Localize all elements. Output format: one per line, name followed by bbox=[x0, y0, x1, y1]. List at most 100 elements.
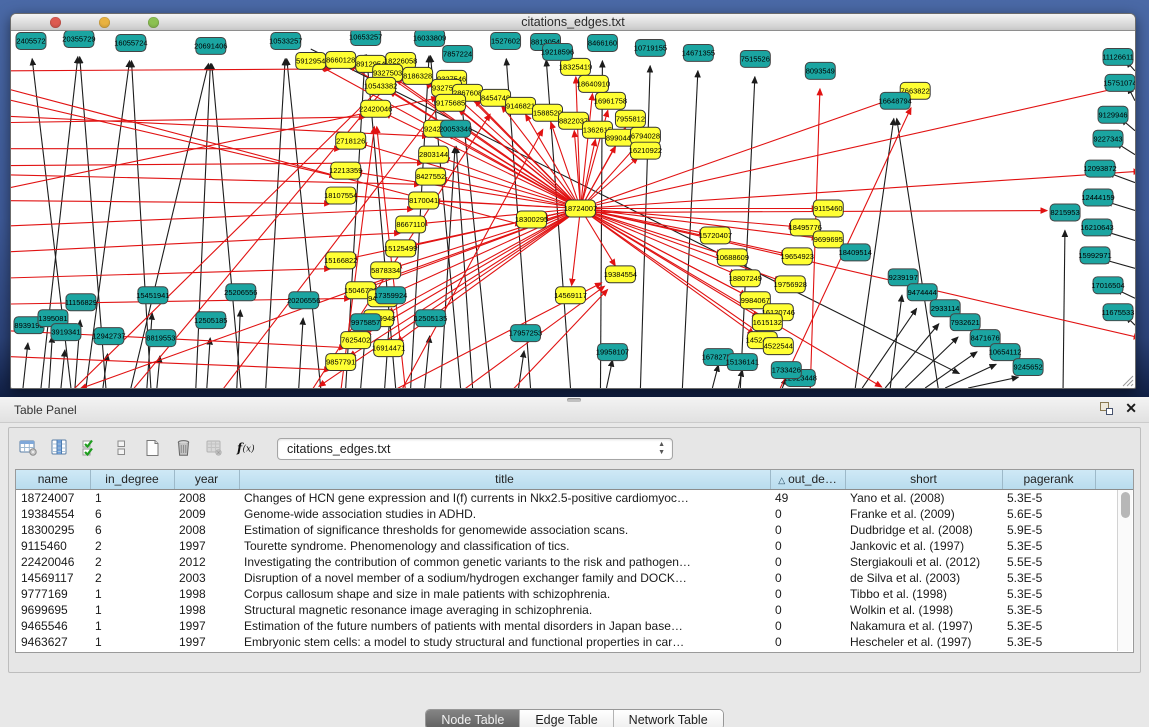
table-row[interactable]: 1872400712008Changes of HCN gene express… bbox=[16, 489, 1134, 506]
edge[interactable] bbox=[885, 324, 939, 388]
column-header-year[interactable]: year bbox=[174, 470, 239, 489]
selected-node[interactable]: 1615132 bbox=[752, 314, 782, 331]
selected-node[interactable]: 12213359 bbox=[329, 162, 362, 179]
node[interactable]: 12505185 bbox=[194, 312, 227, 329]
edge[interactable] bbox=[576, 77, 581, 209]
selected-node[interactable]: 9857791 bbox=[326, 354, 356, 371]
node[interactable]: 11126611 bbox=[1102, 48, 1134, 65]
row-height-button[interactable] bbox=[108, 436, 135, 462]
node[interactable]: 10654112 bbox=[989, 344, 1022, 361]
new-table-button[interactable] bbox=[139, 436, 166, 462]
selected-node[interactable]: 19756928 bbox=[774, 276, 807, 293]
edge[interactable] bbox=[207, 338, 210, 388]
node[interactable]: 8466160 bbox=[587, 34, 617, 51]
table-row[interactable]: 969969511998Structural magnetic resonanc… bbox=[16, 602, 1134, 618]
node[interactable]: 3919341 bbox=[51, 324, 81, 341]
selected-node[interactable]: 16914471 bbox=[372, 340, 405, 357]
node[interactable]: 15136141 bbox=[726, 354, 759, 371]
selected-node[interactable]: 16961758 bbox=[594, 92, 627, 109]
node[interactable]: 16648794 bbox=[879, 92, 912, 109]
node[interactable]: 20355729 bbox=[62, 31, 95, 47]
node[interactable]: 20053346 bbox=[439, 120, 472, 137]
node[interactable]: 9239197 bbox=[888, 269, 918, 286]
selected-node[interactable]: 8170041 bbox=[409, 192, 439, 209]
selected-node[interactable]: 5878334 bbox=[371, 262, 401, 279]
selected-node[interactable]: 19654923 bbox=[781, 248, 814, 265]
edge[interactable] bbox=[23, 343, 28, 388]
column-header-in_degree[interactable]: in_degree bbox=[90, 470, 174, 489]
node[interactable]: 15751074 bbox=[1103, 74, 1135, 91]
node[interactable]: 9474444 bbox=[907, 284, 937, 301]
float-panel-icon[interactable] bbox=[1100, 402, 1113, 415]
node[interactable]: 7515526 bbox=[740, 50, 770, 67]
selected-node[interactable]: 2803144 bbox=[419, 146, 449, 163]
node[interactable]: 8215953 bbox=[1050, 204, 1080, 221]
tab-edge-table[interactable]: Edge Table bbox=[520, 710, 613, 727]
node[interactable]: 12444159 bbox=[1081, 189, 1114, 206]
edge[interactable] bbox=[890, 295, 902, 388]
node[interactable]: 12093872 bbox=[1083, 160, 1116, 177]
column-header-out_de[interactable]: △out_de… bbox=[770, 470, 845, 489]
network-view-window[interactable]: citations_edges.txt 59129548660128891295… bbox=[10, 13, 1136, 389]
edge[interactable] bbox=[11, 69, 331, 71]
node[interactable]: 11675533 bbox=[1102, 304, 1135, 321]
selected-node[interactable]: 19384554 bbox=[604, 266, 637, 283]
table-row[interactable]: 1456911722003Disruption of a novel membe… bbox=[16, 570, 1134, 586]
selected-node[interactable]: 8186328 bbox=[403, 67, 433, 84]
selected-node[interactable]: 7955812 bbox=[615, 110, 645, 127]
edge[interactable] bbox=[61, 350, 65, 388]
selected-node[interactable]: 10543382 bbox=[364, 77, 397, 94]
node[interactable]: 17016504 bbox=[1091, 277, 1124, 294]
column-header-name[interactable]: name bbox=[16, 470, 90, 489]
import-table-button[interactable] bbox=[201, 436, 228, 462]
column-header-title[interactable]: title bbox=[239, 470, 770, 489]
edge[interactable] bbox=[11, 201, 331, 204]
node[interactable]: 16210643 bbox=[1080, 219, 1113, 236]
column-header-short[interactable]: short bbox=[845, 470, 1002, 489]
tab-node-table[interactable]: Node Table bbox=[426, 710, 520, 727]
node[interactable]: 11156829 bbox=[65, 294, 97, 311]
selected-node[interactable]: 7625402 bbox=[341, 332, 371, 349]
node[interactable]: 14671355 bbox=[682, 44, 715, 61]
selected-node[interactable]: 14569117 bbox=[554, 287, 587, 304]
table-row[interactable]: 946554611997Estimation of the future num… bbox=[16, 618, 1134, 634]
edge[interactable] bbox=[196, 64, 211, 388]
selected-node[interactable]: 15125499 bbox=[384, 240, 417, 257]
edge[interactable] bbox=[349, 209, 580, 357]
edge[interactable] bbox=[580, 209, 1135, 338]
edge[interactable] bbox=[147, 313, 152, 388]
edge[interactable] bbox=[1063, 230, 1065, 388]
node[interactable]: 19958107 bbox=[596, 344, 629, 361]
node[interactable]: 16033809 bbox=[413, 31, 446, 46]
table-row[interactable]: 2242004622012Investigating the contribut… bbox=[16, 554, 1134, 570]
column-header-pagerank[interactable]: pagerank bbox=[1002, 470, 1095, 489]
selected-node[interactable]: 15166822 bbox=[324, 252, 357, 269]
edge[interactable] bbox=[945, 364, 996, 388]
node[interactable]: 1733426 bbox=[771, 362, 801, 379]
edge[interactable] bbox=[572, 209, 581, 286]
node[interactable]: 20206556 bbox=[287, 292, 320, 309]
node[interactable]: 12942737 bbox=[92, 328, 125, 345]
selected-node[interactable]: 9115460 bbox=[813, 200, 843, 217]
node[interactable]: 10719155 bbox=[634, 39, 667, 56]
node[interactable]: 20691406 bbox=[194, 37, 227, 54]
edge[interactable] bbox=[11, 117, 366, 123]
selected-node[interactable]: 2718126 bbox=[336, 132, 366, 149]
table-select-dropdown[interactable]: citations_edges.txt▲▼ bbox=[277, 438, 673, 460]
node[interactable]: 18409514 bbox=[839, 244, 872, 261]
selected-node[interactable]: 18107554 bbox=[324, 187, 357, 204]
edge[interactable] bbox=[606, 360, 612, 388]
tab-network-table[interactable]: Network Table bbox=[614, 710, 723, 727]
edge[interactable] bbox=[299, 318, 303, 388]
selected-node[interactable]: 4522544 bbox=[763, 338, 793, 355]
node[interactable]: 17359924 bbox=[374, 287, 407, 304]
splitter-handle[interactable] bbox=[567, 398, 581, 402]
resize-grip-icon[interactable] bbox=[1123, 376, 1133, 386]
table-header-row[interactable]: namein_degreeyeartitle△out_de…shortpager… bbox=[16, 470, 1134, 489]
node[interactable]: 1527602 bbox=[491, 32, 521, 49]
table-row[interactable]: 1830029562008Estimation of significance … bbox=[16, 522, 1134, 538]
selected-node[interactable]: 15720407 bbox=[699, 227, 732, 244]
edge[interactable] bbox=[49, 336, 52, 388]
selected-node[interactable]: 18325419 bbox=[559, 58, 592, 75]
node[interactable]: 10533257 bbox=[269, 32, 302, 49]
